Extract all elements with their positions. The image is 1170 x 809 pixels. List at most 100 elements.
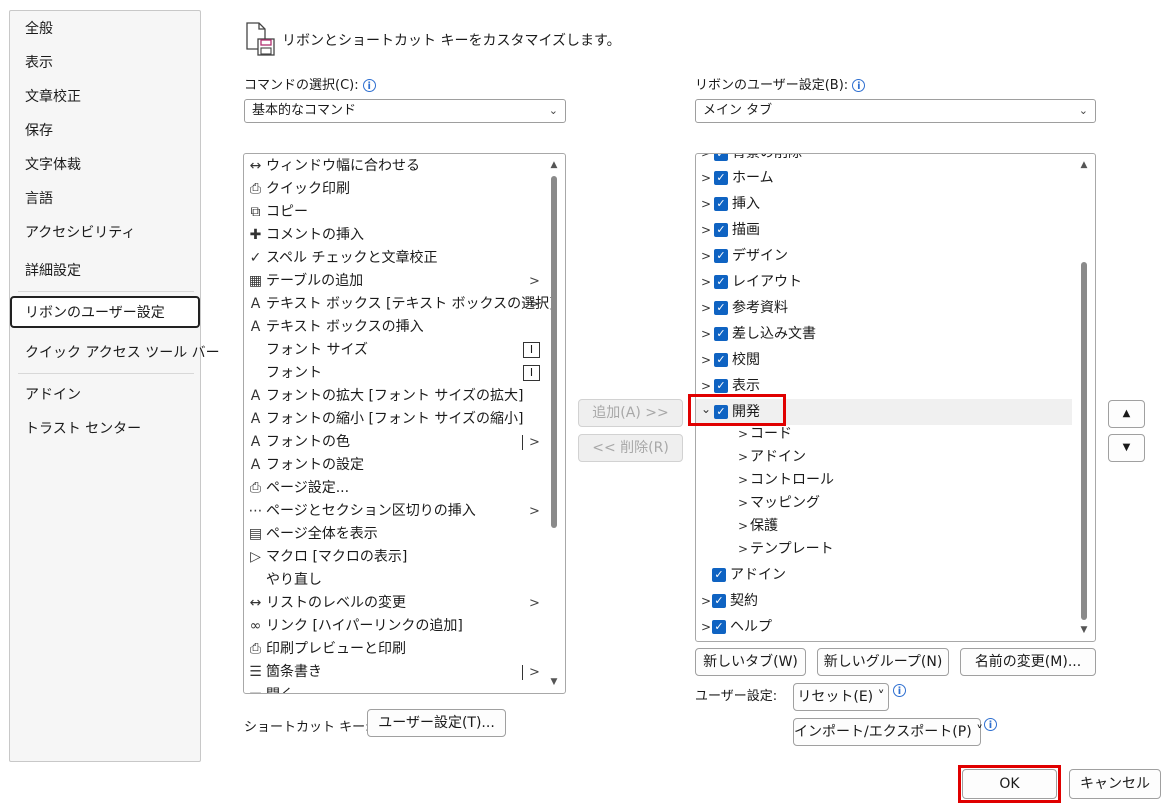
ribbon-tab-item[interactable]: > ✓ 挿入 <box>696 191 1072 217</box>
checkbox-checked-icon[interactable]: ✓ <box>714 353 728 367</box>
chevron-right-icon[interactable]: > <box>701 154 711 165</box>
checkbox-checked-icon[interactable]: ✓ <box>714 327 728 341</box>
chevron-right-icon[interactable]: > <box>738 515 748 538</box>
chevron-right-icon[interactable]: > <box>738 492 748 515</box>
command-item[interactable]: ↔ ウィンドウ幅に合わせる <box>244 155 544 178</box>
command-item[interactable]: A テキスト ボックス [テキスト ボックスの選択] > <box>244 293 555 316</box>
commands-dropdown[interactable]: 基本的なコマンド ⌄ <box>244 99 566 123</box>
checkbox-checked-icon[interactable]: ✓ <box>714 249 728 263</box>
chevron-right-icon[interactable]: > <box>701 269 711 295</box>
command-item[interactable]: ⋯ ページとセクション区切りの挿入 > <box>244 500 544 523</box>
checkbox-checked-icon[interactable]: ✓ <box>714 301 728 315</box>
chevron-right-icon[interactable]: > <box>738 446 748 469</box>
ribbon-tab-item[interactable]: > ✓ ヘルプ <box>696 614 1072 640</box>
ribbon-tab-item[interactable]: > ✓ 校閲 <box>696 347 1072 373</box>
ribbon-tab-item[interactable]: > ✓ 背景の削除 <box>696 154 1066 165</box>
commands-list[interactable]: ↔ ウィンドウ幅に合わせる ⎙ クイック印刷 ⧉ コピー ✚ コメントの挿入 ✓ スペル チェック… <box>243 153 566 694</box>
command-item[interactable]: フォント サイズ I <box>244 339 544 362</box>
scroll-down-arrow-icon[interactable]: ▼ <box>544 672 564 692</box>
cancel-button[interactable]: キャンセル <box>1069 769 1161 799</box>
info-icon[interactable]: i <box>852 79 866 92</box>
command-item[interactable]: A フォントの拡大 [フォント サイズの拡大] <box>244 385 544 408</box>
command-item[interactable]: A テキスト ボックスの挿入 <box>244 316 544 339</box>
ribbon-group-item[interactable]: > マッピング <box>696 492 1072 515</box>
add-button[interactable]: 追加(A) >> <box>578 399 683 427</box>
command-item[interactable]: ⎙ 印刷プレビューと印刷 <box>244 638 544 661</box>
ribbon-group-item[interactable]: > 保護 <box>696 515 1072 538</box>
info-icon[interactable]: i <box>984 718 997 731</box>
shortcut-customize-button[interactable]: ユーザー設定(T)... <box>367 709 506 737</box>
command-item[interactable]: ⎙ ページ設定... <box>244 477 544 500</box>
scroll-down-arrow-icon[interactable]: ▼ <box>1074 620 1094 640</box>
ribbon-dropdown[interactable]: メイン タブ ⌄ <box>695 99 1096 123</box>
chevron-right-icon[interactable]: > <box>701 191 711 217</box>
nav-item-addins[interactable]: アドイン <box>25 384 81 406</box>
command-item[interactable]: ☰ 箇条書き > <box>244 661 544 684</box>
command-item[interactable]: ▷ マクロ [マクロの表示] <box>244 546 544 569</box>
chevron-right-icon[interactable]: > <box>701 588 711 614</box>
chevron-right-icon[interactable]: > <box>701 321 711 347</box>
import-export-button[interactable]: インポート/エクスポート(P) ˅ <box>793 718 983 746</box>
remove-button[interactable]: << 削除(R) <box>578 434 683 462</box>
ribbon-tab-item[interactable]: > ✓ レイアウト <box>696 269 1072 295</box>
command-item[interactable]: ✓ スペル チェックと文章校正 <box>244 247 544 270</box>
ribbon-tab-item[interactable]: ✓ アドイン <box>696 562 1072 588</box>
nav-item-advanced[interactable]: 詳細設定 <box>25 260 81 282</box>
ribbon-tab-item[interactable]: > ✓ ホーム <box>696 165 1072 191</box>
commands-scrollbar-thumb[interactable] <box>551 176 557 528</box>
checkbox-checked-icon[interactable]: ✓ <box>714 171 728 185</box>
command-item[interactable]: ⎙ クイック印刷 <box>244 178 544 201</box>
command-item[interactable]: ↔ リストのレベルの変更 > <box>244 592 544 615</box>
nav-item-quick-access-toolbar[interactable]: クイック アクセス ツール バー <box>25 342 220 364</box>
chevron-right-icon[interactable]: > <box>738 538 748 561</box>
command-item[interactable]: A フォントの色 > <box>244 431 544 454</box>
checkbox-checked-icon[interactable]: ✓ <box>714 197 728 211</box>
chevron-right-icon[interactable]: > <box>701 347 711 373</box>
info-icon[interactable]: i <box>362 79 376 92</box>
rename-button[interactable]: 名前の変更(M)... <box>960 648 1096 676</box>
ribbon-tab-item[interactable]: > ✓ 契約 <box>696 588 1072 614</box>
ribbon-group-item[interactable]: > コントロール <box>696 469 1072 492</box>
new-group-button[interactable]: 新しいグループ(N) <box>817 648 949 676</box>
chevron-right-icon[interactable]: > <box>701 165 711 191</box>
info-icon[interactable]: i <box>893 684 906 697</box>
move-down-button[interactable]: ▼ <box>1108 434 1145 462</box>
ribbon-group-item[interactable]: > コード <box>696 423 1072 446</box>
checkbox-checked-icon[interactable]: ✓ <box>714 154 728 161</box>
command-item[interactable]: ▦ テーブルの追加 > <box>244 270 544 293</box>
nav-item-accessibility[interactable]: アクセシビリティ <box>25 222 135 244</box>
checkbox-checked-icon[interactable]: ✓ <box>714 223 728 237</box>
ribbon-tab-item[interactable]: > ✓ 差し込み文書 <box>696 321 1072 347</box>
nav-item-proofing[interactable]: 文章校正 <box>25 86 81 108</box>
command-item[interactable]: ✚ コメントの挿入 <box>244 224 544 247</box>
command-item[interactable]: ⧉ コピー <box>244 201 544 224</box>
checkbox-checked-icon[interactable]: ✓ <box>712 568 726 582</box>
ribbon-group-item[interactable]: > テンプレート <box>696 538 1072 561</box>
nav-item-typography[interactable]: 文字体裁 <box>25 154 81 176</box>
command-item[interactable]: ▭開く <box>244 684 544 693</box>
chevron-right-icon[interactable]: > <box>701 217 711 243</box>
nav-item-customize-ribbon[interactable]: リボンのユーザー設定 <box>25 302 165 324</box>
checkbox-checked-icon[interactable]: ✓ <box>712 620 726 634</box>
move-up-button[interactable]: ▲ <box>1108 400 1145 428</box>
nav-item-save[interactable]: 保存 <box>25 120 53 142</box>
checkbox-checked-icon[interactable]: ✓ <box>714 379 728 393</box>
nav-item-general[interactable]: 全般 <box>25 18 53 40</box>
scroll-up-arrow-icon[interactable]: ▲ <box>1074 155 1094 175</box>
nav-item-display[interactable]: 表示 <box>25 52 53 74</box>
chevron-right-icon[interactable]: > <box>738 423 748 446</box>
command-item[interactable]: ▤ ページ全体を表示 <box>244 523 544 546</box>
ribbon-scrollbar-thumb[interactable] <box>1081 262 1087 620</box>
ribbon-tab-item[interactable]: > ✓ デザイン <box>696 243 1072 269</box>
ribbon-group-item[interactable]: > アドイン <box>696 446 1072 469</box>
command-item[interactable]: やり直し <box>244 569 544 592</box>
command-item[interactable]: A フォントの設定 <box>244 454 544 477</box>
chevron-right-icon[interactable]: > <box>701 295 711 321</box>
command-item[interactable]: ∞ リンク [ハイパーリンクの追加] <box>244 615 544 638</box>
ribbon-tab-item[interactable]: > ✓ 描画 <box>696 217 1072 243</box>
scroll-up-arrow-icon[interactable]: ▲ <box>544 155 564 175</box>
nav-item-trust-center[interactable]: トラスト センター <box>25 418 141 440</box>
nav-item-language[interactable]: 言語 <box>25 188 53 210</box>
chevron-right-icon[interactable]: > <box>701 614 711 640</box>
chevron-right-icon[interactable]: > <box>738 469 748 492</box>
